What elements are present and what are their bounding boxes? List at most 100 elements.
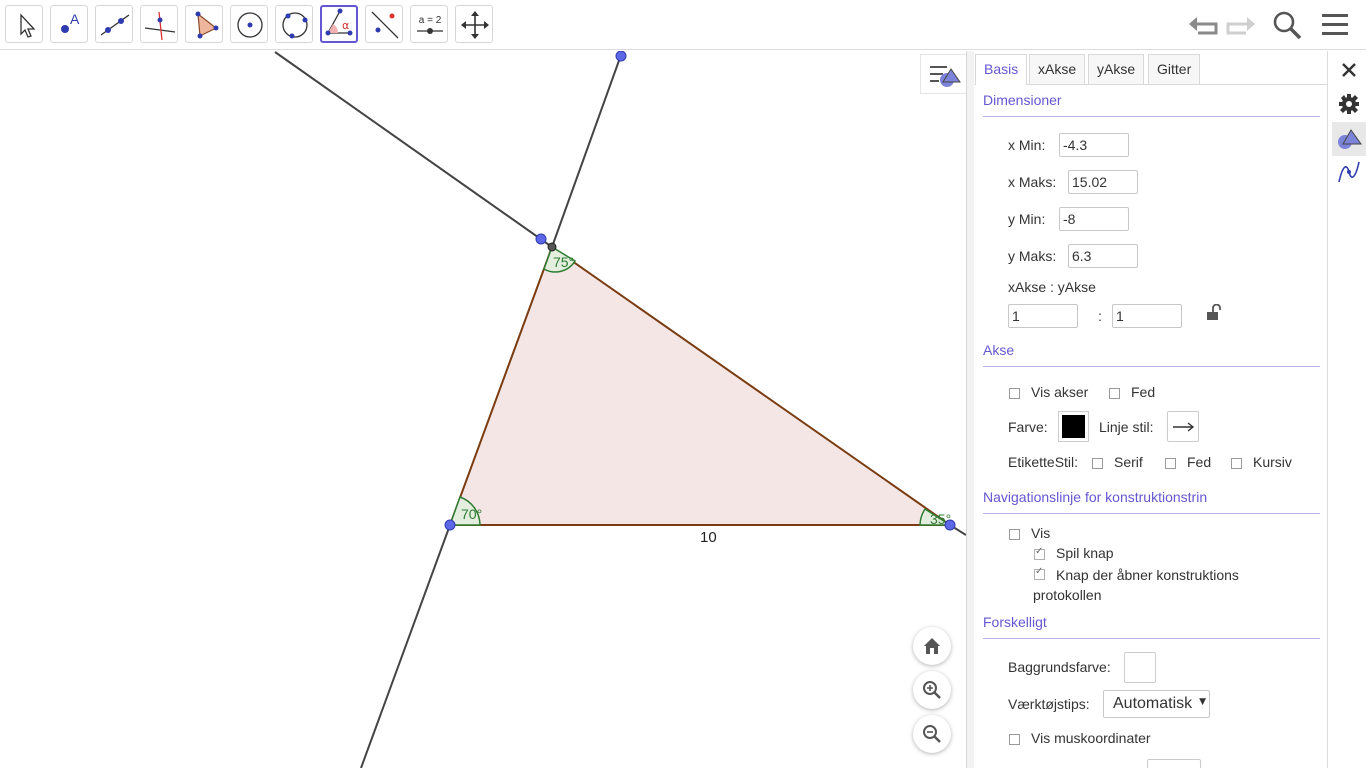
close-settings-button[interactable] (1339, 60, 1359, 80)
partial-next-field[interactable] (1147, 759, 1201, 768)
ymin-label: y Min: (1008, 211, 1046, 227)
point-left[interactable] (444, 519, 456, 531)
ymax-label: y Maks: (1008, 248, 1057, 264)
tooltips-select[interactable]: Automatisk ▼ (1103, 690, 1210, 718)
xmin-input[interactable] (1059, 133, 1129, 157)
label-bold-label: Fed (1187, 454, 1212, 470)
graphics-settings-button[interactable] (1332, 122, 1366, 156)
line-style-button[interactable] (1167, 411, 1199, 442)
redo-icon (1226, 17, 1255, 35)
background-color-button[interactable] (1124, 652, 1156, 683)
bold-axes-checkbox[interactable] (1109, 388, 1120, 399)
tab-gitter[interactable]: Gitter (1148, 54, 1201, 84)
italic-label: Kursiv (1253, 454, 1292, 470)
move-graphics-view-icon (461, 11, 489, 39)
redo-button[interactable] (1224, 8, 1258, 42)
point-right[interactable] (944, 519, 956, 531)
axis-ratio-separator: : (1098, 308, 1102, 324)
point-upper-left[interactable] (535, 233, 547, 245)
bold-axes-label: Fed (1131, 384, 1156, 400)
svg-text:A: A (70, 11, 80, 27)
axis-ratio-x-input[interactable] (1008, 304, 1078, 328)
show-axes-checkbox[interactable] (1009, 388, 1020, 399)
undo-icon (1189, 17, 1218, 35)
tab-basis[interactable]: Basis (975, 54, 1028, 85)
zoom-out-button[interactable] (913, 715, 951, 753)
move-graphics-view-button[interactable] (455, 5, 493, 43)
serif-checkbox[interactable] (1092, 458, 1103, 469)
unlock-icon[interactable] (1205, 304, 1221, 322)
slider-tool-icon: a = 2 (417, 15, 443, 34)
polygon-tool-button[interactable] (185, 5, 223, 43)
show-mouse-coords-checkbox[interactable] (1009, 734, 1020, 745)
show-axes-label: Vis akser (1031, 384, 1089, 400)
tab-yakse[interactable]: yAkse (1088, 54, 1145, 84)
axis-color-button[interactable] (1058, 411, 1089, 442)
graphics-view-icon (1338, 129, 1362, 149)
axis-ratio-y-input[interactable] (1112, 304, 1182, 328)
search-icon (1273, 11, 1302, 40)
global-settings-button[interactable] (1338, 93, 1360, 115)
point-tool-icon: A (61, 11, 80, 33)
xmax-input[interactable] (1068, 170, 1138, 194)
section-title-misc: Forskelligt (983, 614, 1047, 630)
settings-tabs: Basis xAkse yAkse Gitter (974, 51, 1327, 85)
section-divider (983, 513, 1320, 514)
perpendicular-tool-button[interactable] (140, 5, 178, 43)
show-mouse-coords-label: Vis muskoordinater (1031, 730, 1151, 746)
circle-three-points-tool-icon (282, 12, 308, 39)
algebra-settings-button[interactable] (1337, 160, 1361, 184)
angle-tool-button[interactable]: α (320, 5, 358, 43)
show-navigation-checkbox[interactable] (1009, 529, 1020, 540)
circle-center-tool-icon (237, 12, 263, 38)
close-icon (1342, 63, 1356, 77)
home-button[interactable] (913, 627, 951, 665)
panel-splitter[interactable] (966, 51, 974, 768)
ymax-input[interactable] (1068, 244, 1138, 268)
triangle[interactable] (448, 245, 954, 526)
style-bar-icon (930, 66, 961, 87)
reflect-tool-icon (371, 11, 399, 39)
ymin-input[interactable] (1059, 207, 1129, 231)
zoom-in-button[interactable] (913, 671, 951, 709)
menu-button[interactable] (1318, 8, 1352, 42)
toolbar: A α a = 2 (0, 0, 1366, 50)
line-tool-button[interactable] (95, 5, 133, 43)
show-navigation-label: Vis (1031, 525, 1051, 541)
slider-tool-button[interactable]: a = 2 (410, 5, 448, 43)
reflect-tool-button[interactable] (365, 5, 403, 43)
angle-tool-icon: α (325, 8, 353, 36)
section-title-navigation: Navigationslinje for konstruktionstrin (983, 489, 1208, 505)
section-title-dimensions: Dimensioner (983, 92, 1062, 108)
settings-side-strip (1328, 51, 1366, 768)
home-icon (924, 638, 940, 654)
ray-upper-left[interactable] (274, 51, 553, 248)
label-bold-checkbox[interactable] (1165, 458, 1176, 469)
graphics-view[interactable]: 75° 70° 35° 10 (0, 51, 966, 768)
search-button[interactable] (1270, 8, 1304, 42)
tooltips-select-value: Automatisk (1113, 695, 1193, 712)
zoom-out-icon (923, 725, 941, 743)
intersection-point[interactable] (547, 242, 557, 252)
polygon-tool-icon (195, 11, 219, 39)
point-tool-button[interactable]: A (50, 5, 88, 43)
section-title-axes: Akse (983, 342, 1015, 358)
circle-center-tool-button[interactable] (230, 5, 268, 43)
ray-lower-left[interactable] (360, 524, 451, 768)
background-color-label: Baggrundsfarve: (1008, 659, 1111, 675)
axis-ratio-label: xAkse : yAkse (1008, 279, 1096, 295)
undo-button[interactable] (1186, 8, 1220, 42)
side-length-label: 10 (700, 529, 717, 546)
italic-checkbox[interactable] (1231, 458, 1242, 469)
xmax-label: x Maks: (1008, 174, 1057, 190)
circle-three-points-tool-button[interactable] (275, 5, 313, 43)
geometry-drawing[interactable]: 75° 70° 35° 10 (0, 51, 966, 768)
play-button-checkbox[interactable] (1034, 546, 1045, 560)
tab-xakse[interactable]: xAkse (1029, 54, 1086, 84)
move-tool-button[interactable] (5, 5, 43, 43)
label-style-label: EtiketteStil: (1008, 454, 1079, 470)
style-bar-toggle-button[interactable] (920, 54, 966, 94)
point-upper-right[interactable] (615, 51, 627, 62)
ray-upper-right[interactable] (551, 54, 622, 248)
svg-text:α: α (342, 19, 349, 32)
